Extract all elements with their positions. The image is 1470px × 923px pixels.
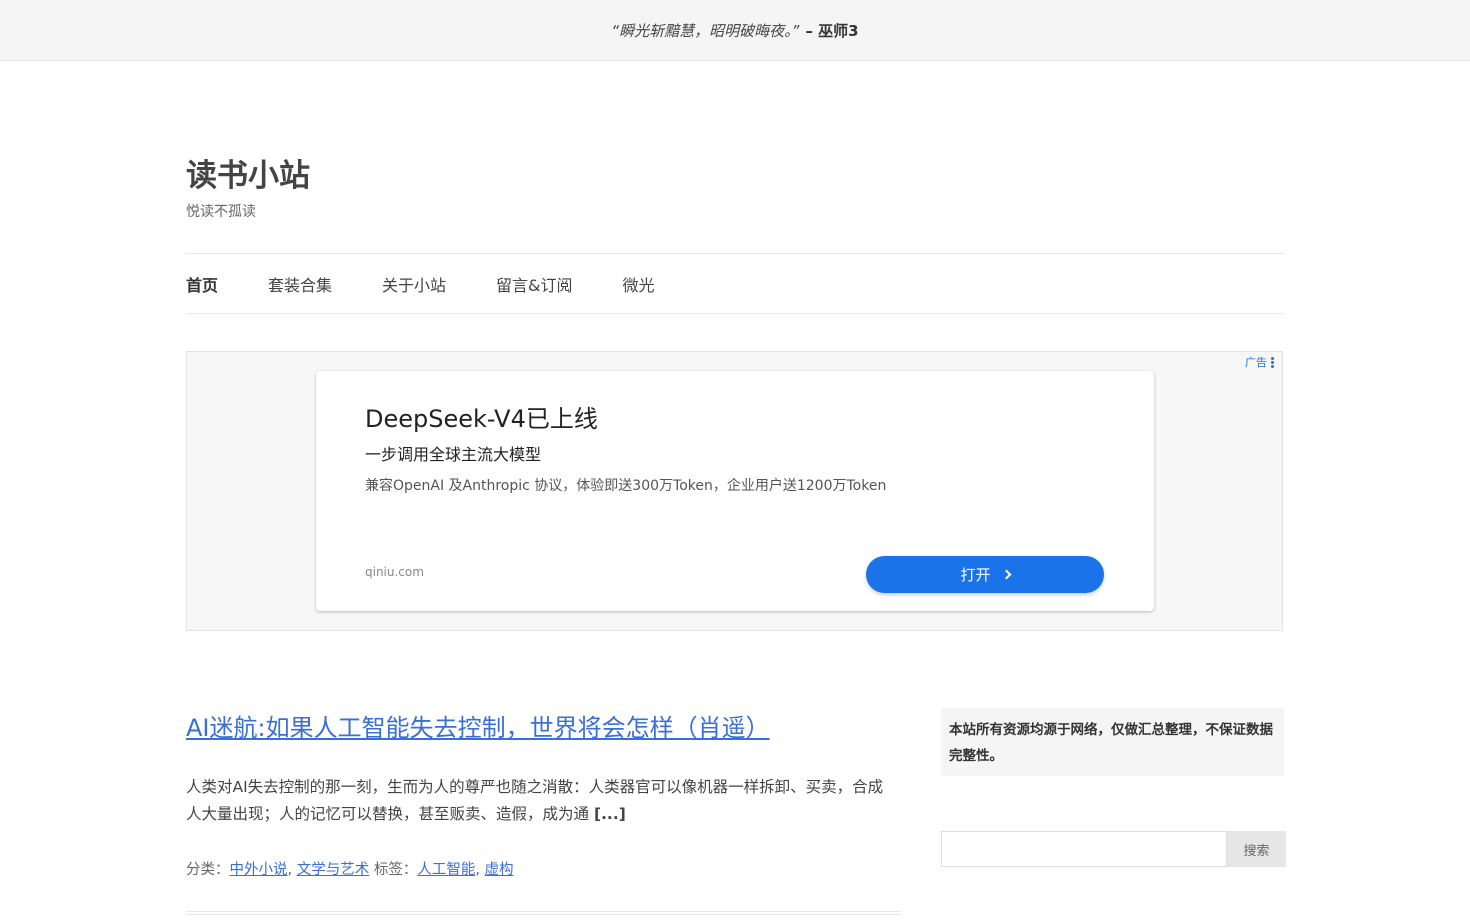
top-quote-bar: “瞬光斩黯慧，昭明破晦夜。” – 巫师3: [0, 0, 1470, 61]
site-title[interactable]: 读书小站: [186, 150, 310, 195]
nav-item-home[interactable]: 首页: [186, 272, 218, 296]
ad-domain[interactable]: qiniu.com: [365, 565, 424, 579]
ad-banner: 广告 DeepSeek-V4已上线 一步调用全球主流大模型 兼容OpenAI 及…: [186, 351, 1283, 631]
search-input[interactable]: [941, 831, 1227, 867]
nav-item-collections[interactable]: 套装合集: [268, 272, 332, 296]
category-label: 分类：: [186, 862, 230, 878]
search-button[interactable]: 搜索: [1227, 831, 1286, 867]
post-excerpt: 人类对AI失去控制的那一刻，生而为人的尊严也随之消散：人类器官可以像机器一样拆卸…: [186, 774, 896, 828]
more-options-icon[interactable]: [1271, 356, 1274, 368]
ad-tag-label: 广告: [1245, 356, 1267, 369]
ad-title[interactable]: DeepSeek-V4已上线: [365, 399, 598, 434]
main-nav: 首页 套装合集 关于小站 留言&订阅 微光: [186, 253, 1284, 314]
site-description: 悦读不孤读: [186, 204, 256, 220]
read-more-link[interactable]: [...]: [594, 805, 626, 823]
category-link[interactable]: 中外小说: [230, 862, 288, 878]
sidebar-notice: 本站所有资源均源于网络，仅做汇总整理，不保证数据完整性。: [941, 708, 1284, 776]
search-form: 搜索: [941, 831, 1286, 867]
post-excerpt-text: 人类对AI失去控制的那一刻，生而为人的尊严也随之消散：人类器官可以像机器一样拆卸…: [186, 778, 884, 823]
ad-subtitle: 一步调用全球主流大模型: [365, 445, 542, 464]
nav-item-glimmer[interactable]: 微光: [623, 272, 655, 296]
quote-text: “瞬光斩黯慧，昭明破晦夜。”: [611, 21, 800, 40]
tag-link[interactable]: 人工智能: [417, 862, 475, 878]
ad-choices[interactable]: 广告: [1245, 354, 1274, 370]
ad-open-label: 打开: [960, 566, 991, 584]
nav-item-guestbook[interactable]: 留言&订阅: [496, 272, 572, 296]
tag-link[interactable]: 虚构: [485, 862, 514, 878]
ad-card[interactable]: DeepSeek-V4已上线 一步调用全球主流大模型 兼容OpenAI 及Ant…: [316, 371, 1154, 611]
post-title[interactable]: AI迷航:如果人工智能失去控制，世界将会怎样（肖遥）: [186, 708, 770, 743]
post-meta: 分类：中外小说, 文学与艺术 标签：人工智能, 虚构: [186, 862, 514, 878]
quote-author: – 巫师3: [805, 21, 859, 40]
ad-body: 兼容OpenAI 及Anthropic 协议，体验即送300万Token，企业用…: [365, 478, 887, 494]
nav-item-about[interactable]: 关于小站: [382, 272, 446, 296]
tag-label: 标签：: [373, 862, 418, 878]
ad-open-button[interactable]: 打开: [866, 556, 1104, 593]
post-divider: [186, 911, 901, 915]
category-link[interactable]: 文学与艺术: [297, 862, 370, 878]
chevron-right-icon: [1001, 569, 1011, 580]
